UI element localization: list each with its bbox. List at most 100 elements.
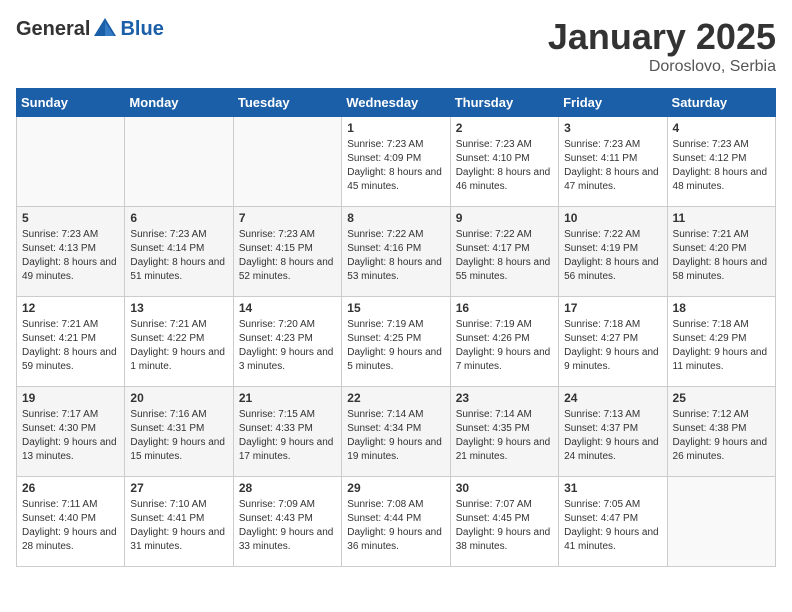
calendar-cell: 14 Sunrise: 7:20 AMSunset: 4:23 PMDaylig… [233,297,341,387]
day-number: 18 [673,301,770,315]
day-number: 25 [673,391,770,405]
day-info: Sunrise: 7:19 AMSunset: 4:26 PMDaylight:… [456,318,553,374]
calendar-cell: 29 Sunrise: 7:08 AMSunset: 4:44 PMDaylig… [342,477,450,567]
header-wednesday: Wednesday [342,89,450,117]
day-info: Sunrise: 7:23 AMSunset: 4:10 PMDaylight:… [456,138,553,194]
day-info: Sunrise: 7:14 AMSunset: 4:35 PMDaylight:… [456,408,553,464]
day-info: Sunrise: 7:18 AMSunset: 4:29 PMDaylight:… [673,318,770,374]
day-number: 29 [347,481,444,495]
calendar-cell: 4 Sunrise: 7:23 AMSunset: 4:12 PMDayligh… [667,117,775,207]
calendar-cell: 9 Sunrise: 7:22 AMSunset: 4:17 PMDayligh… [450,207,558,297]
calendar-header-row: SundayMondayTuesdayWednesdayThursdayFrid… [17,89,776,117]
day-number: 9 [456,211,553,225]
logo-icon [92,16,118,42]
day-info: Sunrise: 7:22 AMSunset: 4:17 PMDaylight:… [456,228,553,284]
day-number: 14 [239,301,336,315]
day-info: Sunrise: 7:15 AMSunset: 4:33 PMDaylight:… [239,408,336,464]
day-number: 20 [130,391,227,405]
day-number: 13 [130,301,227,315]
day-info: Sunrise: 7:05 AMSunset: 4:47 PMDaylight:… [564,498,661,554]
calendar-cell: 12 Sunrise: 7:21 AMSunset: 4:21 PMDaylig… [17,297,125,387]
day-info: Sunrise: 7:19 AMSunset: 4:25 PMDaylight:… [347,318,444,374]
day-info: Sunrise: 7:21 AMSunset: 4:22 PMDaylight:… [130,318,227,374]
calendar-cell: 30 Sunrise: 7:07 AMSunset: 4:45 PMDaylig… [450,477,558,567]
calendar-cell [125,117,233,207]
day-number: 5 [22,211,119,225]
day-number: 4 [673,121,770,135]
calendar-week-row: 26 Sunrise: 7:11 AMSunset: 4:40 PMDaylig… [17,477,776,567]
day-info: Sunrise: 7:07 AMSunset: 4:45 PMDaylight:… [456,498,553,554]
calendar-cell: 24 Sunrise: 7:13 AMSunset: 4:37 PMDaylig… [559,387,667,477]
calendar-week-row: 12 Sunrise: 7:21 AMSunset: 4:21 PMDaylig… [17,297,776,387]
calendar-title: January 2025 [548,16,776,58]
day-info: Sunrise: 7:16 AMSunset: 4:31 PMDaylight:… [130,408,227,464]
header-saturday: Saturday [667,89,775,117]
calendar-cell: 11 Sunrise: 7:21 AMSunset: 4:20 PMDaylig… [667,207,775,297]
day-info: Sunrise: 7:23 AMSunset: 4:11 PMDaylight:… [564,138,661,194]
calendar-cell: 15 Sunrise: 7:19 AMSunset: 4:25 PMDaylig… [342,297,450,387]
calendar-cell: 27 Sunrise: 7:10 AMSunset: 4:41 PMDaylig… [125,477,233,567]
day-info: Sunrise: 7:23 AMSunset: 4:12 PMDaylight:… [673,138,770,194]
calendar-cell: 5 Sunrise: 7:23 AMSunset: 4:13 PMDayligh… [17,207,125,297]
calendar-week-row: 5 Sunrise: 7:23 AMSunset: 4:13 PMDayligh… [17,207,776,297]
calendar-cell: 26 Sunrise: 7:11 AMSunset: 4:40 PMDaylig… [17,477,125,567]
calendar-cell [17,117,125,207]
day-number: 10 [564,211,661,225]
day-info: Sunrise: 7:13 AMSunset: 4:37 PMDaylight:… [564,408,661,464]
day-info: Sunrise: 7:11 AMSunset: 4:40 PMDaylight:… [22,498,119,554]
calendar-cell: 2 Sunrise: 7:23 AMSunset: 4:10 PMDayligh… [450,117,558,207]
page-header: General Blue January 2025 Doroslovo, Ser… [16,16,776,76]
day-info: Sunrise: 7:22 AMSunset: 4:19 PMDaylight:… [564,228,661,284]
day-info: Sunrise: 7:14 AMSunset: 4:34 PMDaylight:… [347,408,444,464]
day-number: 28 [239,481,336,495]
calendar-cell: 16 Sunrise: 7:19 AMSunset: 4:26 PMDaylig… [450,297,558,387]
day-info: Sunrise: 7:23 AMSunset: 4:09 PMDaylight:… [347,138,444,194]
calendar-cell [667,477,775,567]
day-number: 26 [22,481,119,495]
calendar-cell: 31 Sunrise: 7:05 AMSunset: 4:47 PMDaylig… [559,477,667,567]
day-number: 7 [239,211,336,225]
calendar-cell [233,117,341,207]
day-number: 31 [564,481,661,495]
day-info: Sunrise: 7:22 AMSunset: 4:16 PMDaylight:… [347,228,444,284]
calendar-cell: 6 Sunrise: 7:23 AMSunset: 4:14 PMDayligh… [125,207,233,297]
day-number: 2 [456,121,553,135]
day-info: Sunrise: 7:17 AMSunset: 4:30 PMDaylight:… [22,408,119,464]
header-monday: Monday [125,89,233,117]
day-info: Sunrise: 7:21 AMSunset: 4:20 PMDaylight:… [673,228,770,284]
day-info: Sunrise: 7:09 AMSunset: 4:43 PMDaylight:… [239,498,336,554]
day-info: Sunrise: 7:21 AMSunset: 4:21 PMDaylight:… [22,318,119,374]
day-info: Sunrise: 7:08 AMSunset: 4:44 PMDaylight:… [347,498,444,554]
calendar-cell: 8 Sunrise: 7:22 AMSunset: 4:16 PMDayligh… [342,207,450,297]
calendar-cell: 13 Sunrise: 7:21 AMSunset: 4:22 PMDaylig… [125,297,233,387]
calendar-cell: 7 Sunrise: 7:23 AMSunset: 4:15 PMDayligh… [233,207,341,297]
day-number: 24 [564,391,661,405]
day-number: 22 [347,391,444,405]
header-tuesday: Tuesday [233,89,341,117]
day-number: 27 [130,481,227,495]
day-info: Sunrise: 7:23 AMSunset: 4:13 PMDaylight:… [22,228,119,284]
day-info: Sunrise: 7:23 AMSunset: 4:15 PMDaylight:… [239,228,336,284]
day-info: Sunrise: 7:23 AMSunset: 4:14 PMDaylight:… [130,228,227,284]
day-number: 21 [239,391,336,405]
calendar-cell: 22 Sunrise: 7:14 AMSunset: 4:34 PMDaylig… [342,387,450,477]
title-area: January 2025 Doroslovo, Serbia [548,16,776,76]
calendar-cell: 25 Sunrise: 7:12 AMSunset: 4:38 PMDaylig… [667,387,775,477]
day-number: 17 [564,301,661,315]
day-number: 3 [564,121,661,135]
calendar-table: SundayMondayTuesdayWednesdayThursdayFrid… [16,88,776,567]
day-info: Sunrise: 7:18 AMSunset: 4:27 PMDaylight:… [564,318,661,374]
day-number: 11 [673,211,770,225]
header-sunday: Sunday [17,89,125,117]
calendar-cell: 19 Sunrise: 7:17 AMSunset: 4:30 PMDaylig… [17,387,125,477]
calendar-cell: 3 Sunrise: 7:23 AMSunset: 4:11 PMDayligh… [559,117,667,207]
day-info: Sunrise: 7:10 AMSunset: 4:41 PMDaylight:… [130,498,227,554]
calendar-cell: 21 Sunrise: 7:15 AMSunset: 4:33 PMDaylig… [233,387,341,477]
calendar-cell: 23 Sunrise: 7:14 AMSunset: 4:35 PMDaylig… [450,387,558,477]
day-number: 30 [456,481,553,495]
header-friday: Friday [559,89,667,117]
header-thursday: Thursday [450,89,558,117]
day-number: 6 [130,211,227,225]
day-number: 16 [456,301,553,315]
calendar-cell: 10 Sunrise: 7:22 AMSunset: 4:19 PMDaylig… [559,207,667,297]
